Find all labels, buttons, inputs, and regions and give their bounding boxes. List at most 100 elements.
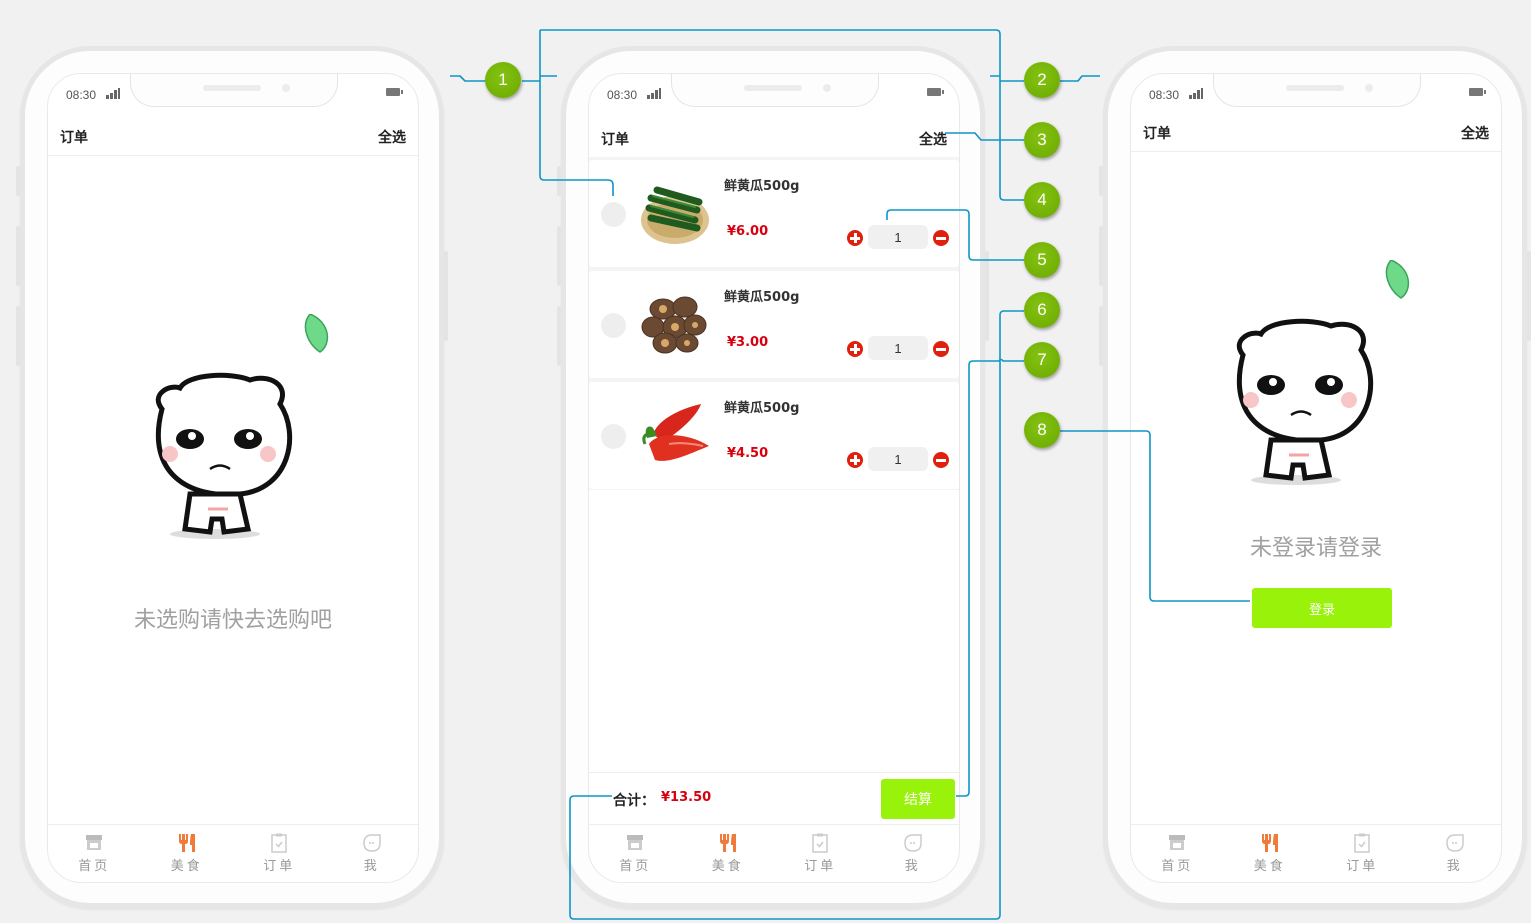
page-title: 订单 [60, 130, 88, 146]
plus-icon[interactable] [847, 341, 863, 357]
side-button [16, 306, 20, 366]
side-button [16, 166, 20, 196]
camera [282, 84, 290, 92]
tab-bar: 首页 美食 订单 我 [1131, 824, 1501, 882]
item-name: 鲜黄瓜500g [724, 401, 800, 416]
select-all-button[interactable]: 全选 [1461, 123, 1489, 143]
page-title: 订单 [601, 132, 629, 148]
callout-badge-3: 3 [1024, 122, 1060, 158]
item-checkbox[interactable] [601, 424, 626, 449]
leaf-icon [304, 314, 329, 353]
tab-me[interactable]: 我 [867, 825, 960, 882]
cart-empty-area [589, 490, 959, 772]
notch [1213, 74, 1421, 107]
store-icon [1169, 835, 1186, 850]
speaker [1286, 85, 1344, 91]
cart-footer: 合计： ¥13.50 结算 [589, 772, 959, 824]
tab-food[interactable]: 美食 [141, 825, 234, 882]
connector-1 [522, 75, 557, 82]
tab-label: 订单 [263, 859, 296, 874]
status-time: 08:30 [607, 88, 638, 102]
fork-knife-icon [719, 834, 736, 852]
quantity-input[interactable] [868, 336, 928, 360]
side-button [1099, 306, 1103, 366]
checkout-button[interactable]: 结算 [881, 779, 955, 819]
empty-cart-message: 未选购请快去选购吧 [133, 608, 332, 633]
callout-badge-7: 7 [1024, 342, 1060, 378]
cart-list: 鲜黄瓜500g ¥6.00 1 鲜黄瓜500g ¥3.00 1 鲜黄瓜500g … [589, 157, 959, 493]
total-value: ¥13.50 [661, 790, 712, 805]
item-checkbox[interactable] [601, 313, 626, 338]
tab-label: 首页 [78, 859, 111, 874]
signal-icon [106, 88, 120, 99]
quantity-input[interactable] [868, 225, 928, 249]
plus-icon[interactable] [847, 452, 863, 468]
cart-item: 鲜黄瓜500g ¥6.00 [589, 160, 959, 267]
minus-icon[interactable] [933, 341, 949, 357]
callout-badge-8: 8 [1024, 412, 1060, 448]
store-icon [86, 835, 103, 850]
clipboard-check-icon [812, 833, 828, 853]
page-title: 订单 [1143, 126, 1171, 142]
item-checkbox[interactable] [601, 202, 626, 227]
status-time: 08:30 [1149, 88, 1180, 102]
battery-icon [1469, 88, 1486, 96]
side-button [985, 251, 989, 341]
login-button[interactable]: 登录 [1252, 588, 1392, 628]
header: 订单 全选 [1131, 114, 1501, 152]
cart-body: 鲜黄瓜500g ¥6.00 1 鲜黄瓜500g ¥3.00 1 鲜黄瓜500g … [589, 157, 959, 824]
cart-item: 鲜黄瓜500g ¥4.50 [589, 382, 959, 489]
tab-label: 美食 [1253, 859, 1286, 874]
item-price: ¥3.00 [727, 335, 769, 350]
tab-orders[interactable]: 订单 [233, 825, 326, 882]
face-icon [903, 834, 922, 852]
tab-home[interactable]: 首页 [48, 825, 141, 882]
mushroom-image [641, 296, 707, 354]
tab-label: 我 [363, 859, 380, 874]
tab-label: 美食 [170, 859, 203, 874]
sad-bun-mascot-illustration [1236, 260, 1410, 485]
fork-knife-icon [178, 834, 195, 852]
plus-icon[interactable] [847, 230, 863, 246]
tab-label: 首页 [619, 859, 652, 874]
phone-cart: 08:30 订单 全选 鲜黄瓜500g ¥6.00 1 鲜黄瓜500g ¥3.0… [557, 46, 989, 908]
select-all-button[interactable]: 全选 [378, 127, 406, 147]
header: 订单 全选 [48, 118, 418, 156]
select-all-button[interactable]: 全选 [919, 129, 947, 149]
tab-home[interactable]: 首页 [589, 825, 682, 882]
total-label: 合计： [613, 793, 655, 809]
tab-orders[interactable]: 订单 [774, 825, 867, 882]
phone-not-logged-in: 08:30 订单 全选 未登录请登录 登录 首页 美食 订单 我 [1099, 46, 1531, 908]
minus-icon[interactable] [933, 230, 949, 246]
quantity-input[interactable] [868, 447, 928, 471]
sad-bun-mascot-illustration [155, 314, 329, 539]
status-time: 08:30 [66, 88, 97, 102]
tab-me[interactable]: 我 [1409, 825, 1502, 882]
screen: 08:30 订单 全选 未选购请快去选购吧 首页 美食 订单 我 [47, 73, 419, 883]
screen: 08:30 订单 全选 鲜黄瓜500g ¥6.00 1 鲜黄瓜500g ¥3.0… [588, 73, 960, 883]
connector-1 [450, 75, 486, 82]
item-price: ¥4.50 [727, 446, 769, 461]
camera [823, 84, 831, 92]
signal-icon [1189, 88, 1203, 99]
side-button [444, 251, 448, 341]
tab-orders[interactable]: 订单 [1316, 825, 1409, 882]
tab-food[interactable]: 美食 [1224, 825, 1317, 882]
not-logged-in-message: 未登录请登录 [1249, 536, 1382, 561]
side-button [557, 226, 561, 286]
minus-icon[interactable] [933, 452, 949, 468]
leaf-icon [1385, 260, 1410, 299]
tab-me[interactable]: 我 [326, 825, 419, 882]
store-icon [627, 835, 644, 850]
tab-home[interactable]: 首页 [1131, 825, 1224, 882]
screen: 08:30 订单 全选 未登录请登录 登录 首页 美食 订单 我 [1130, 73, 1502, 883]
side-button [557, 166, 561, 196]
side-button [1099, 166, 1103, 196]
side-button [1099, 226, 1103, 286]
battery-icon [386, 88, 403, 96]
fork-knife-icon [1261, 834, 1278, 852]
item-name: 鲜黄瓜500g [724, 290, 800, 305]
tab-food[interactable]: 美食 [682, 825, 775, 882]
tab-label: 订单 [1346, 859, 1379, 874]
notch [671, 74, 879, 107]
